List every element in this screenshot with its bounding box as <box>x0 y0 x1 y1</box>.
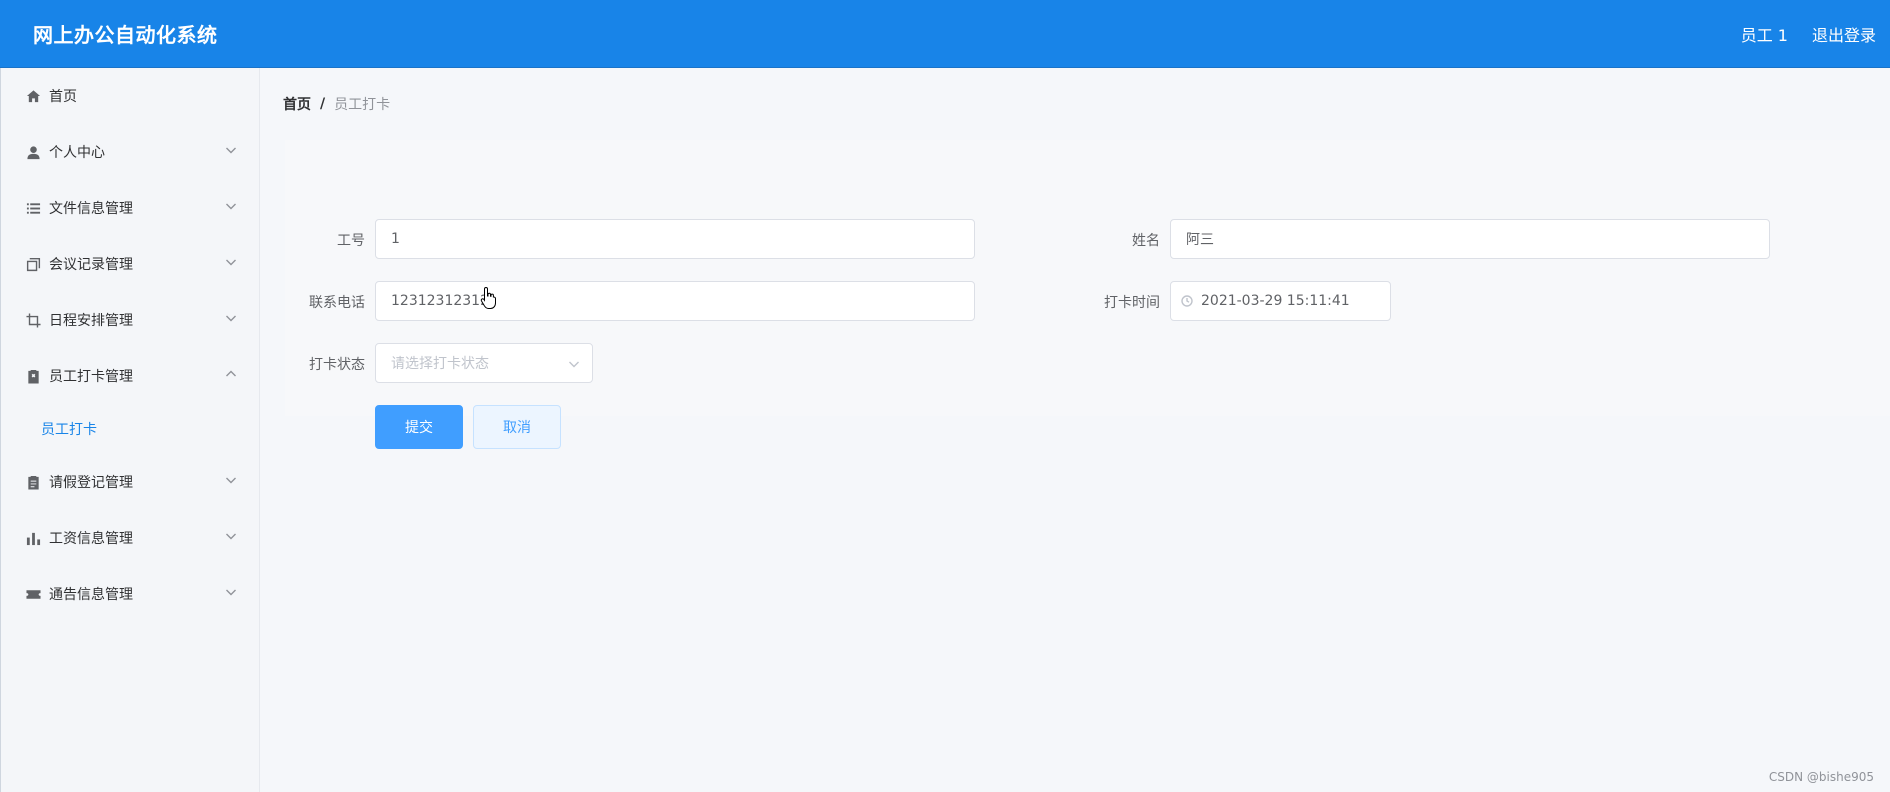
name-value: 阿三 <box>1186 232 1214 248</box>
main-content: 首页 / 员工打卡 工号 1 姓名 阿三 联系电话 12312312312 打卡… <box>261 68 1890 792</box>
user-icon <box>25 144 41 160</box>
clock-icon <box>1181 295 1193 307</box>
ticket-icon <box>25 586 41 602</box>
top-header: 网上办公自动化系统 员工 1 退出登录 <box>0 0 1890 68</box>
sidebar-item-label: 文件信息管理 <box>49 201 133 217</box>
clockin-form: 工号 1 姓名 阿三 联系电话 12312312312 打卡时间 2021-03… <box>285 140 1890 449</box>
name-input[interactable]: 阿三 <box>1170 219 1770 259</box>
bar-chart-icon <box>25 530 41 546</box>
breadcrumb-current: 员工打卡 <box>334 97 391 113</box>
emp-no-value: 1 <box>391 231 400 247</box>
chevron-down-icon <box>225 586 237 598</box>
name-label: 姓名 <box>1132 233 1160 249</box>
chevron-down-icon <box>225 474 237 486</box>
time-label: 打卡时间 <box>1104 295 1160 311</box>
watermark: CSDN @bishe905 <box>1768 770 1874 784</box>
sidebar-item-meetings[interactable]: 会议记录管理 <box>1 236 259 292</box>
copy-icon <box>25 256 41 272</box>
breadcrumb: 首页 / 员工打卡 <box>283 94 390 114</box>
sidebar-item-files[interactable]: 文件信息管理 <box>1 180 259 236</box>
submit-button[interactable]: 提交 <box>375 405 463 449</box>
clipboard-x-icon <box>25 368 41 384</box>
chevron-down-icon <box>225 530 237 542</box>
list-icon <box>25 200 41 216</box>
header-user-area: 员工 1 退出登录 <box>1741 22 1876 46</box>
crop-icon <box>25 312 41 328</box>
hand-cursor-icon <box>480 286 496 309</box>
clipboard-icon <box>25 474 41 490</box>
breadcrumb-home[interactable]: 首页 <box>283 94 311 114</box>
sidebar-subitem-clockin[interactable]: 员工打卡 <box>1 404 259 454</box>
sidebar-item-label: 请假登记管理 <box>49 475 133 491</box>
phone-input[interactable]: 12312312312 <box>375 281 975 321</box>
sidebar: 首页 个人中心 文件信息管理 会议记录管理 日程安排管理 员工打卡管理 员工打卡… <box>0 68 260 792</box>
time-input[interactable]: 2021-03-29 15:11:41 <box>1170 281 1391 321</box>
status-select[interactable]: 请选择打卡状态 <box>375 343 593 383</box>
emp-no-input[interactable]: 1 <box>375 219 975 259</box>
phone-value: 12312312312 <box>391 293 489 309</box>
sidebar-item-label: 通告信息管理 <box>49 587 133 603</box>
sidebar-item-label: 会议记录管理 <box>49 257 133 273</box>
app-title: 网上办公自动化系统 <box>33 23 218 47</box>
sidebar-item-personal[interactable]: 个人中心 <box>1 124 259 180</box>
chevron-up-icon <box>225 368 237 380</box>
chevron-down-icon <box>568 358 580 370</box>
logout-button[interactable]: 退出登录 <box>1812 22 1876 46</box>
sidebar-item-schedule[interactable]: 日程安排管理 <box>1 292 259 348</box>
sidebar-item-label: 工资信息管理 <box>49 531 133 547</box>
status-label: 打卡状态 <box>309 357 365 373</box>
sidebar-item-notices[interactable]: 通告信息管理 <box>1 566 259 622</box>
home-icon <box>25 88 41 104</box>
breadcrumb-separator: / <box>320 96 326 112</box>
sidebar-item-label: 员工打卡管理 <box>49 369 133 385</box>
chevron-down-icon <box>225 256 237 268</box>
cancel-button[interactable]: 取消 <box>473 405 561 449</box>
emp-no-label: 工号 <box>337 233 365 249</box>
sidebar-item-leave[interactable]: 请假登记管理 <box>1 454 259 510</box>
chevron-down-icon <box>225 200 237 212</box>
sidebar-item-attendance[interactable]: 员工打卡管理 <box>1 348 259 404</box>
sidebar-item-salary[interactable]: 工资信息管理 <box>1 510 259 566</box>
status-placeholder: 请选择打卡状态 <box>391 356 489 372</box>
current-user[interactable]: 员工 1 <box>1741 22 1788 46</box>
time-value: 2021-03-29 15:11:41 <box>1201 293 1350 309</box>
chevron-down-icon <box>225 144 237 156</box>
sidebar-item-label: 个人中心 <box>49 145 105 161</box>
sidebar-item-home[interactable]: 首页 <box>1 68 259 124</box>
sidebar-item-label: 日程安排管理 <box>49 313 133 329</box>
sidebar-item-label: 首页 <box>49 89 77 105</box>
chevron-down-icon <box>225 312 237 324</box>
phone-label: 联系电话 <box>309 295 365 311</box>
